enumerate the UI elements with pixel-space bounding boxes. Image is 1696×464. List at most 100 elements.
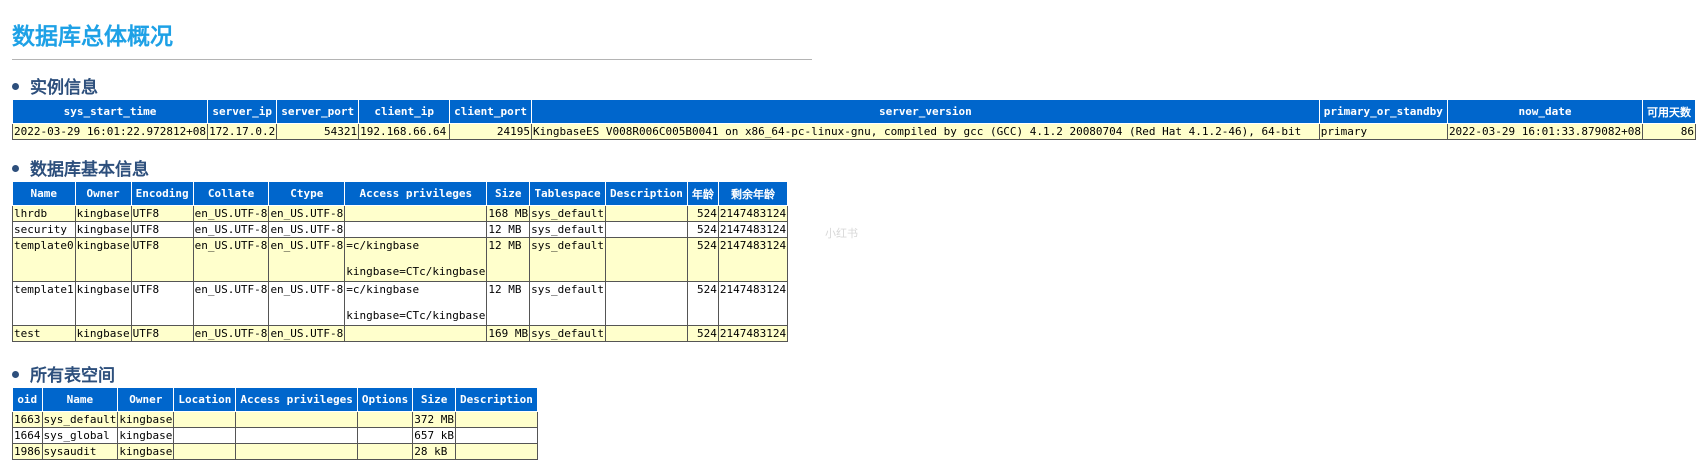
column-header-client-ip: client_ip (358, 99, 451, 124)
section-heading-instance: 实例信息 (12, 77, 98, 99)
table-row: security kingbase UTF8 en_US.UTF-8 en_US… (12, 221, 789, 238)
cell-size: 28 kB (412, 443, 457, 460)
cell-description (455, 411, 538, 428)
cell-tablespace: sys_default (529, 221, 606, 238)
column-header-name: Name (41, 387, 119, 412)
cell-age: 524 (686, 281, 719, 326)
cell-name: lhrdb (12, 205, 76, 222)
cell-remaining-age: 2147483124 (717, 325, 789, 342)
cell-owner: kingbase (74, 205, 132, 222)
cell-name: template1 (12, 281, 76, 326)
cell-owner: kingbase (117, 427, 175, 444)
column-header-oid: oid (12, 387, 43, 412)
instance-info-table: sys_start_time server_ip server_port cli… (11, 99, 1696, 140)
column-header-ctype: Ctype (268, 181, 346, 206)
column-header-access-privileges: Access privileges (235, 387, 358, 412)
column-header-server-port: server_port (276, 99, 360, 124)
cell-ctype: en_US.UTF-8 (268, 281, 346, 326)
table-row: 1664 sys_global kingbase 657 kB (12, 427, 538, 444)
cell-tablespace: sys_default (529, 281, 606, 326)
privilege-line: =c/kingbase (346, 283, 420, 296)
cell-name: test (12, 325, 76, 342)
cell-name: template0 (12, 237, 76, 282)
cell-access-privileges (235, 427, 358, 444)
cell-tablespace: sys_default (529, 205, 606, 222)
table-row: test kingbase UTF8 en_US.UTF-8 en_US.UTF… (12, 325, 789, 342)
column-header-now-date: now_date (1446, 99, 1644, 124)
section-title: 所有表空间 (30, 366, 115, 386)
cell-size: 168 MB (486, 205, 531, 222)
column-header-description: Description (455, 387, 538, 412)
column-header-name: Name (12, 181, 76, 206)
table-header-row: oid Name Owner Location Access privilege… (12, 387, 538, 412)
cell-size: 12 MB (486, 221, 531, 238)
cell-tablespace: sys_default (529, 325, 606, 342)
table-header-row: sys_start_time server_ip server_port cli… (11, 99, 1696, 124)
column-header-server-version: server_version (531, 99, 1320, 124)
cell-oid: 1664 (12, 427, 43, 444)
cell-owner: kingbase (74, 325, 132, 342)
column-header-sys-start-time: sys_start_time (11, 99, 209, 124)
cell-access-privileges: =c/kingbase kingbase=CTc/kingbase (344, 237, 488, 282)
cell-encoding: UTF8 (130, 325, 194, 342)
cell-owner: kingbase (117, 411, 175, 428)
cell-collate: en_US.UTF-8 (192, 205, 270, 222)
column-header-remaining-age: 剩余年龄 (717, 181, 789, 206)
table-header-row: Name Owner Encoding Collate Ctype Access… (12, 181, 789, 206)
column-header-tablespace: Tablespace (529, 181, 606, 206)
cell-primary-or-standby: primary (1318, 123, 1448, 140)
column-header-available-days: 可用天数 (1642, 99, 1696, 124)
cell-owner: kingbase (74, 281, 132, 326)
section-heading-tablespaces: 所有表空间 (12, 365, 115, 387)
watermark: 小红书 (825, 227, 858, 240)
cell-ctype: en_US.UTF-8 (268, 205, 346, 222)
cell-options (356, 411, 414, 428)
cell-oid: 1663 (12, 411, 43, 428)
cell-remaining-age: 2147483124 (717, 205, 789, 222)
cell-location (173, 411, 237, 428)
table-row: 1986 sysaudit kingbase 28 kB (12, 443, 538, 460)
column-header-options: Options (356, 387, 414, 412)
column-header-encoding: Encoding (130, 181, 194, 206)
table-row: template0 kingbase UTF8 en_US.UTF-8 en_U… (12, 237, 789, 282)
section-title: 实例信息 (30, 78, 98, 98)
cell-description (455, 427, 538, 444)
cell-name: security (12, 221, 76, 238)
bullet-icon (12, 82, 19, 90)
cell-ctype: en_US.UTF-8 (268, 237, 346, 282)
cell-ctype: en_US.UTF-8 (268, 325, 346, 342)
cell-server-ip: 172.17.0.2 (207, 123, 278, 140)
cell-sys-start-time: 2022-03-29 16:01:22.972812+08 (11, 123, 209, 140)
cell-encoding: UTF8 (130, 205, 194, 222)
cell-client-ip: 192.168.66.64 (358, 123, 451, 140)
cell-server-port: 54321 (276, 123, 360, 140)
cell-name: sys_default (41, 411, 119, 428)
privilege-line: =c/kingbase (346, 239, 420, 252)
cell-description (455, 443, 538, 460)
column-header-age: 年龄 (686, 181, 719, 206)
table-row: 1663 sys_default kingbase 372 MB (12, 411, 538, 428)
cell-remaining-age: 2147483124 (717, 237, 789, 282)
column-header-description: Description (604, 181, 688, 206)
cell-age: 524 (686, 221, 719, 238)
database-info-table: Name Owner Encoding Collate Ctype Access… (12, 181, 789, 342)
column-header-primary-or-standby: primary_or_standby (1318, 99, 1448, 124)
cell-location (173, 427, 237, 444)
cell-server-version: KingbaseES V008R006C005B0041 on x86_64-p… (531, 123, 1320, 140)
cell-access-privileges (344, 221, 488, 238)
cell-owner: kingbase (74, 221, 132, 238)
cell-owner: kingbase (74, 237, 132, 282)
column-header-collate: Collate (192, 181, 270, 206)
cell-access-privileges (344, 205, 488, 222)
column-header-size: Size (486, 181, 531, 206)
column-header-server-ip: server_ip (207, 99, 278, 124)
column-header-size: Size (412, 387, 457, 412)
cell-name: sys_global (41, 427, 119, 444)
column-header-owner: Owner (74, 181, 132, 206)
cell-collate: en_US.UTF-8 (192, 325, 270, 342)
cell-remaining-age: 2147483124 (717, 221, 789, 238)
cell-ctype: en_US.UTF-8 (268, 221, 346, 238)
privilege-line: kingbase=CTc/kingbase (346, 265, 486, 278)
cell-location (173, 443, 237, 460)
cell-oid: 1986 (12, 443, 43, 460)
